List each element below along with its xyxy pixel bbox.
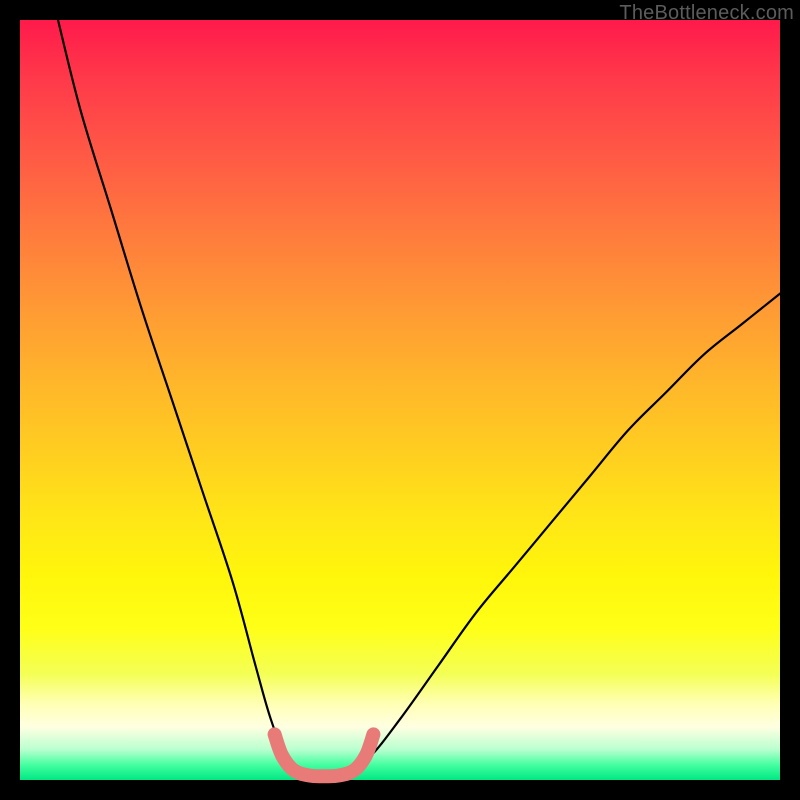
chart-svg — [20, 20, 780, 780]
plot-area — [20, 20, 780, 780]
watermark-text: TheBottleneck.com — [619, 2, 794, 25]
optimal-basin-path — [275, 734, 374, 776]
bottleneck-curve-path — [58, 20, 780, 777]
chart-frame: TheBottleneck.com — [0, 0, 800, 800]
